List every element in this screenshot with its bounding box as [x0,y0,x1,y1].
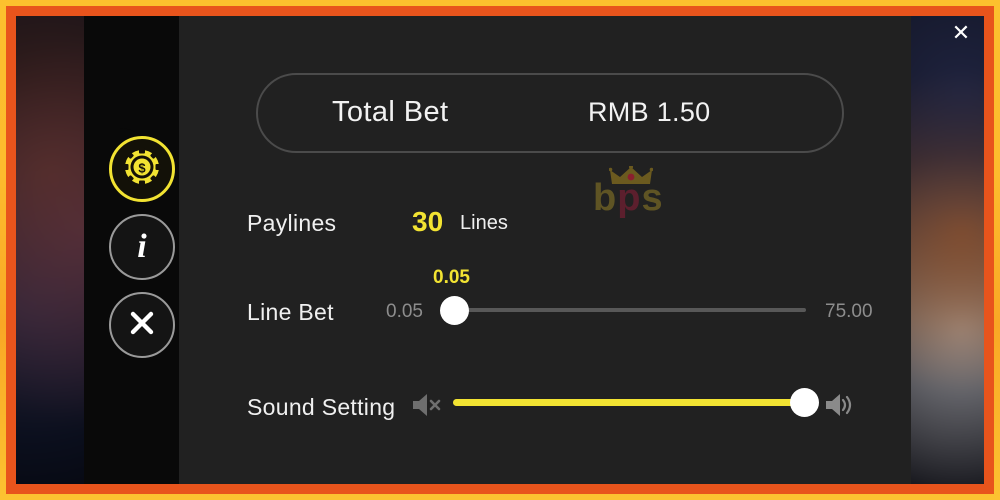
line-bet-label: Line Bet [247,299,334,325]
info-icon: i [137,228,147,265]
window-frame-accent: ✕ $ i Total Bet RMB 1.50 bps Paylines 30… [6,6,994,494]
paylines-unit-label: Lines [460,212,508,234]
sidebar-item-info[interactable]: i [109,214,175,280]
total-bet-display: Total Bet RMB 1.50 [256,73,844,153]
total-bet-value: RMB 1.50 [588,97,711,127]
line-bet-slider-track[interactable] [448,308,806,312]
casino-chip-icon: $ [121,146,163,193]
window-content: ✕ $ i Total Bet RMB 1.50 bps Paylines 30… [16,16,984,484]
line-bet-max-value: 75.00 [825,301,873,322]
sidebar-button-group: $ i [104,136,180,358]
sidebar-item-close[interactable] [109,292,175,358]
sound-setting-label: Sound Setting [247,394,396,420]
paylines-count: 30 [412,206,444,237]
total-bet-label: Total Bet [332,96,449,128]
line-bet-slider-thumb[interactable] [440,296,469,325]
app-screen: ✕ $ i Total Bet RMB 1.50 bps Paylines 30… [0,0,1000,500]
sound-slider-fill [453,399,804,406]
paylines-label: Paylines [247,210,337,236]
speaker-mute-icon[interactable] [410,392,444,418]
svg-text:$: $ [138,160,146,175]
sidebar-item-bet-settings[interactable]: $ [109,136,175,202]
line-bet-min-value: 0.05 [386,301,423,322]
close-x-icon [125,306,159,345]
speaker-on-icon[interactable] [824,390,854,420]
line-bet-current-value: 0.05 [433,267,470,288]
window-close-icon[interactable]: ✕ [946,18,976,48]
sound-slider-thumb[interactable] [790,388,819,417]
window-frame-outer: ✕ $ i Total Bet RMB 1.50 bps Paylines 30… [0,0,1000,500]
